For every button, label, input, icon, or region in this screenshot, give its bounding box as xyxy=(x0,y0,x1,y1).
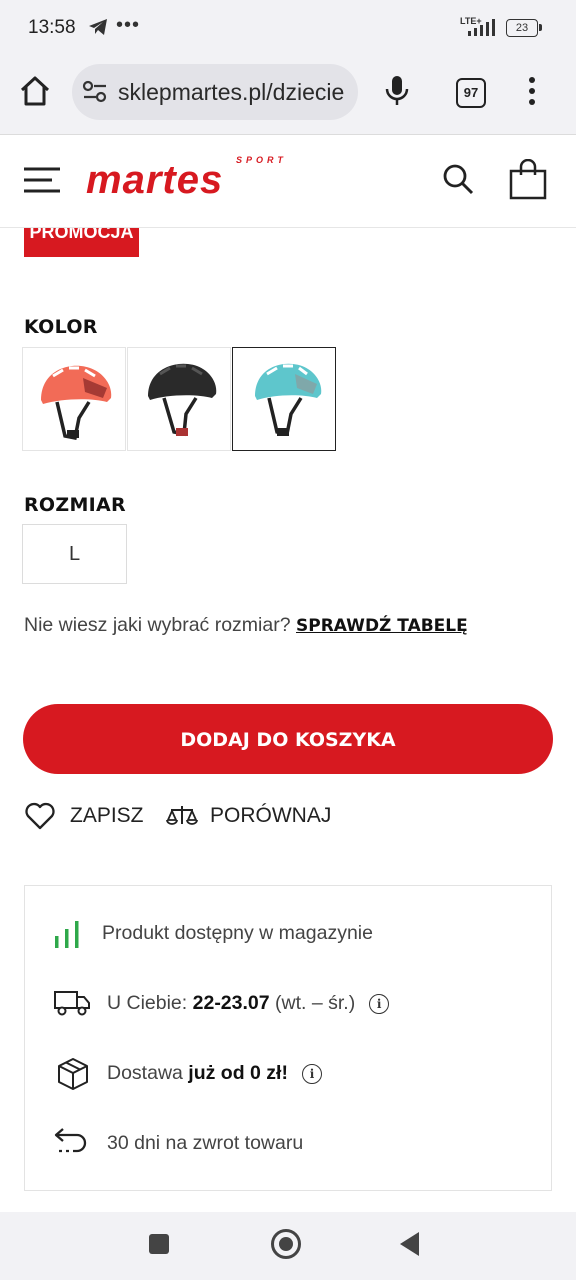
helmet-coral-image xyxy=(41,365,112,441)
svg-text:martes: martes xyxy=(86,158,223,197)
status-bar: 13:58 ••• LTE+ 23 xyxy=(0,0,576,58)
martes-logo[interactable]: SPORT martes xyxy=(84,153,284,197)
helmet-black-image xyxy=(148,363,217,437)
stock-text: Produkt dostępny w magazynie xyxy=(102,922,373,944)
shipping-value: już od 0 zł! xyxy=(188,1062,288,1084)
returns-row: 30 dni na zwrot towaru xyxy=(25,1124,553,1164)
compare-button[interactable]: PORÓWNAJ xyxy=(166,798,336,834)
status-time: 13:58 xyxy=(28,17,76,38)
battery-icon: 23 xyxy=(506,19,538,37)
shipping-prefix: Dostawa xyxy=(107,1062,183,1084)
status-more-icon: ••• xyxy=(116,14,141,36)
add-to-cart-button[interactable]: DODAJ DO KOSZYKA xyxy=(23,704,553,774)
size-option-l[interactable]: L xyxy=(22,524,127,584)
shipping-row: Dostawa już od 0 zł! i xyxy=(25,1054,553,1094)
back-icon[interactable] xyxy=(400,1232,419,1256)
size-table-link[interactable]: SPRAWDŹ TABELĘ xyxy=(296,616,468,636)
delivery-info-icon[interactable]: i xyxy=(369,993,390,1014)
color-option-black[interactable] xyxy=(127,347,231,451)
tab-switcher[interactable]: 97 xyxy=(456,78,486,108)
delivery-prefix: U Ciebie: xyxy=(107,992,188,1014)
size-help-text: Nie wiesz jaki wybrać rozmiar? xyxy=(24,614,291,636)
package-icon xyxy=(58,1058,88,1090)
shipping-info-icon[interactable]: i xyxy=(301,1063,322,1084)
signal-icon xyxy=(468,19,495,36)
recents-icon[interactable] xyxy=(149,1234,169,1254)
compare-label: PORÓWNAJ xyxy=(210,804,332,827)
stock-bars-icon xyxy=(55,921,79,948)
return-arrow-icon xyxy=(54,1128,87,1153)
size-label: ROZMIAR xyxy=(24,494,126,516)
save-button[interactable]: ZAPISZ xyxy=(24,798,144,834)
site-settings-icon[interactable] xyxy=(82,80,108,104)
color-option-turquoise[interactable] xyxy=(232,347,336,451)
telegram-icon xyxy=(89,19,107,35)
shipping-text: Dostawa już od 0 zł! i xyxy=(107,1062,322,1085)
browser-toolbar: sklepmartes.pl/dziecie 97 xyxy=(0,58,576,135)
menu-more-icon[interactable] xyxy=(528,76,536,106)
url-bar[interactable]: sklepmartes.pl/dziecie xyxy=(72,64,358,120)
cart-bag-icon[interactable] xyxy=(508,159,548,201)
heart-icon xyxy=(25,802,55,830)
color-option-coral[interactable] xyxy=(22,347,126,451)
site-header: SPORT martes xyxy=(0,135,576,228)
returns-text: 30 dni na zwrot towaru xyxy=(107,1132,304,1154)
compare-scale-icon xyxy=(166,806,198,825)
size-help: Nie wiesz jaki wybrać rozmiar? SPRAWDŹ T… xyxy=(24,614,468,637)
system-nav-bar xyxy=(0,1212,576,1280)
delivery-row: U Ciebie: 22-23.07 (wt. – śr.) i xyxy=(25,984,553,1024)
url-text: sklepmartes.pl/dziecie xyxy=(118,79,345,105)
home-nav-icon[interactable] xyxy=(271,1229,301,1259)
home-icon[interactable] xyxy=(18,74,52,108)
stock-row: Produkt dostępny w magazynie xyxy=(25,914,553,954)
svg-text:SPORT: SPORT xyxy=(236,155,284,165)
delivery-date: 22-23.07 xyxy=(192,992,270,1014)
save-label: ZAPISZ xyxy=(70,804,144,827)
color-label: KOLOR xyxy=(24,316,98,338)
delivery-text: U Ciebie: 22-23.07 (wt. – śr.) i xyxy=(107,992,390,1015)
search-icon[interactable] xyxy=(442,163,474,195)
truck-icon xyxy=(54,991,90,1016)
delivery-days: (wt. – śr.) xyxy=(275,992,356,1014)
battery-tip xyxy=(539,24,542,31)
product-info-box: Produkt dostępny w magazynie U Ciebie: 2… xyxy=(24,885,552,1191)
microphone-icon[interactable] xyxy=(384,74,410,108)
helmet-turquoise-image xyxy=(255,363,322,437)
color-swatches xyxy=(22,347,336,451)
hamburger-menu-icon[interactable] xyxy=(22,165,62,195)
